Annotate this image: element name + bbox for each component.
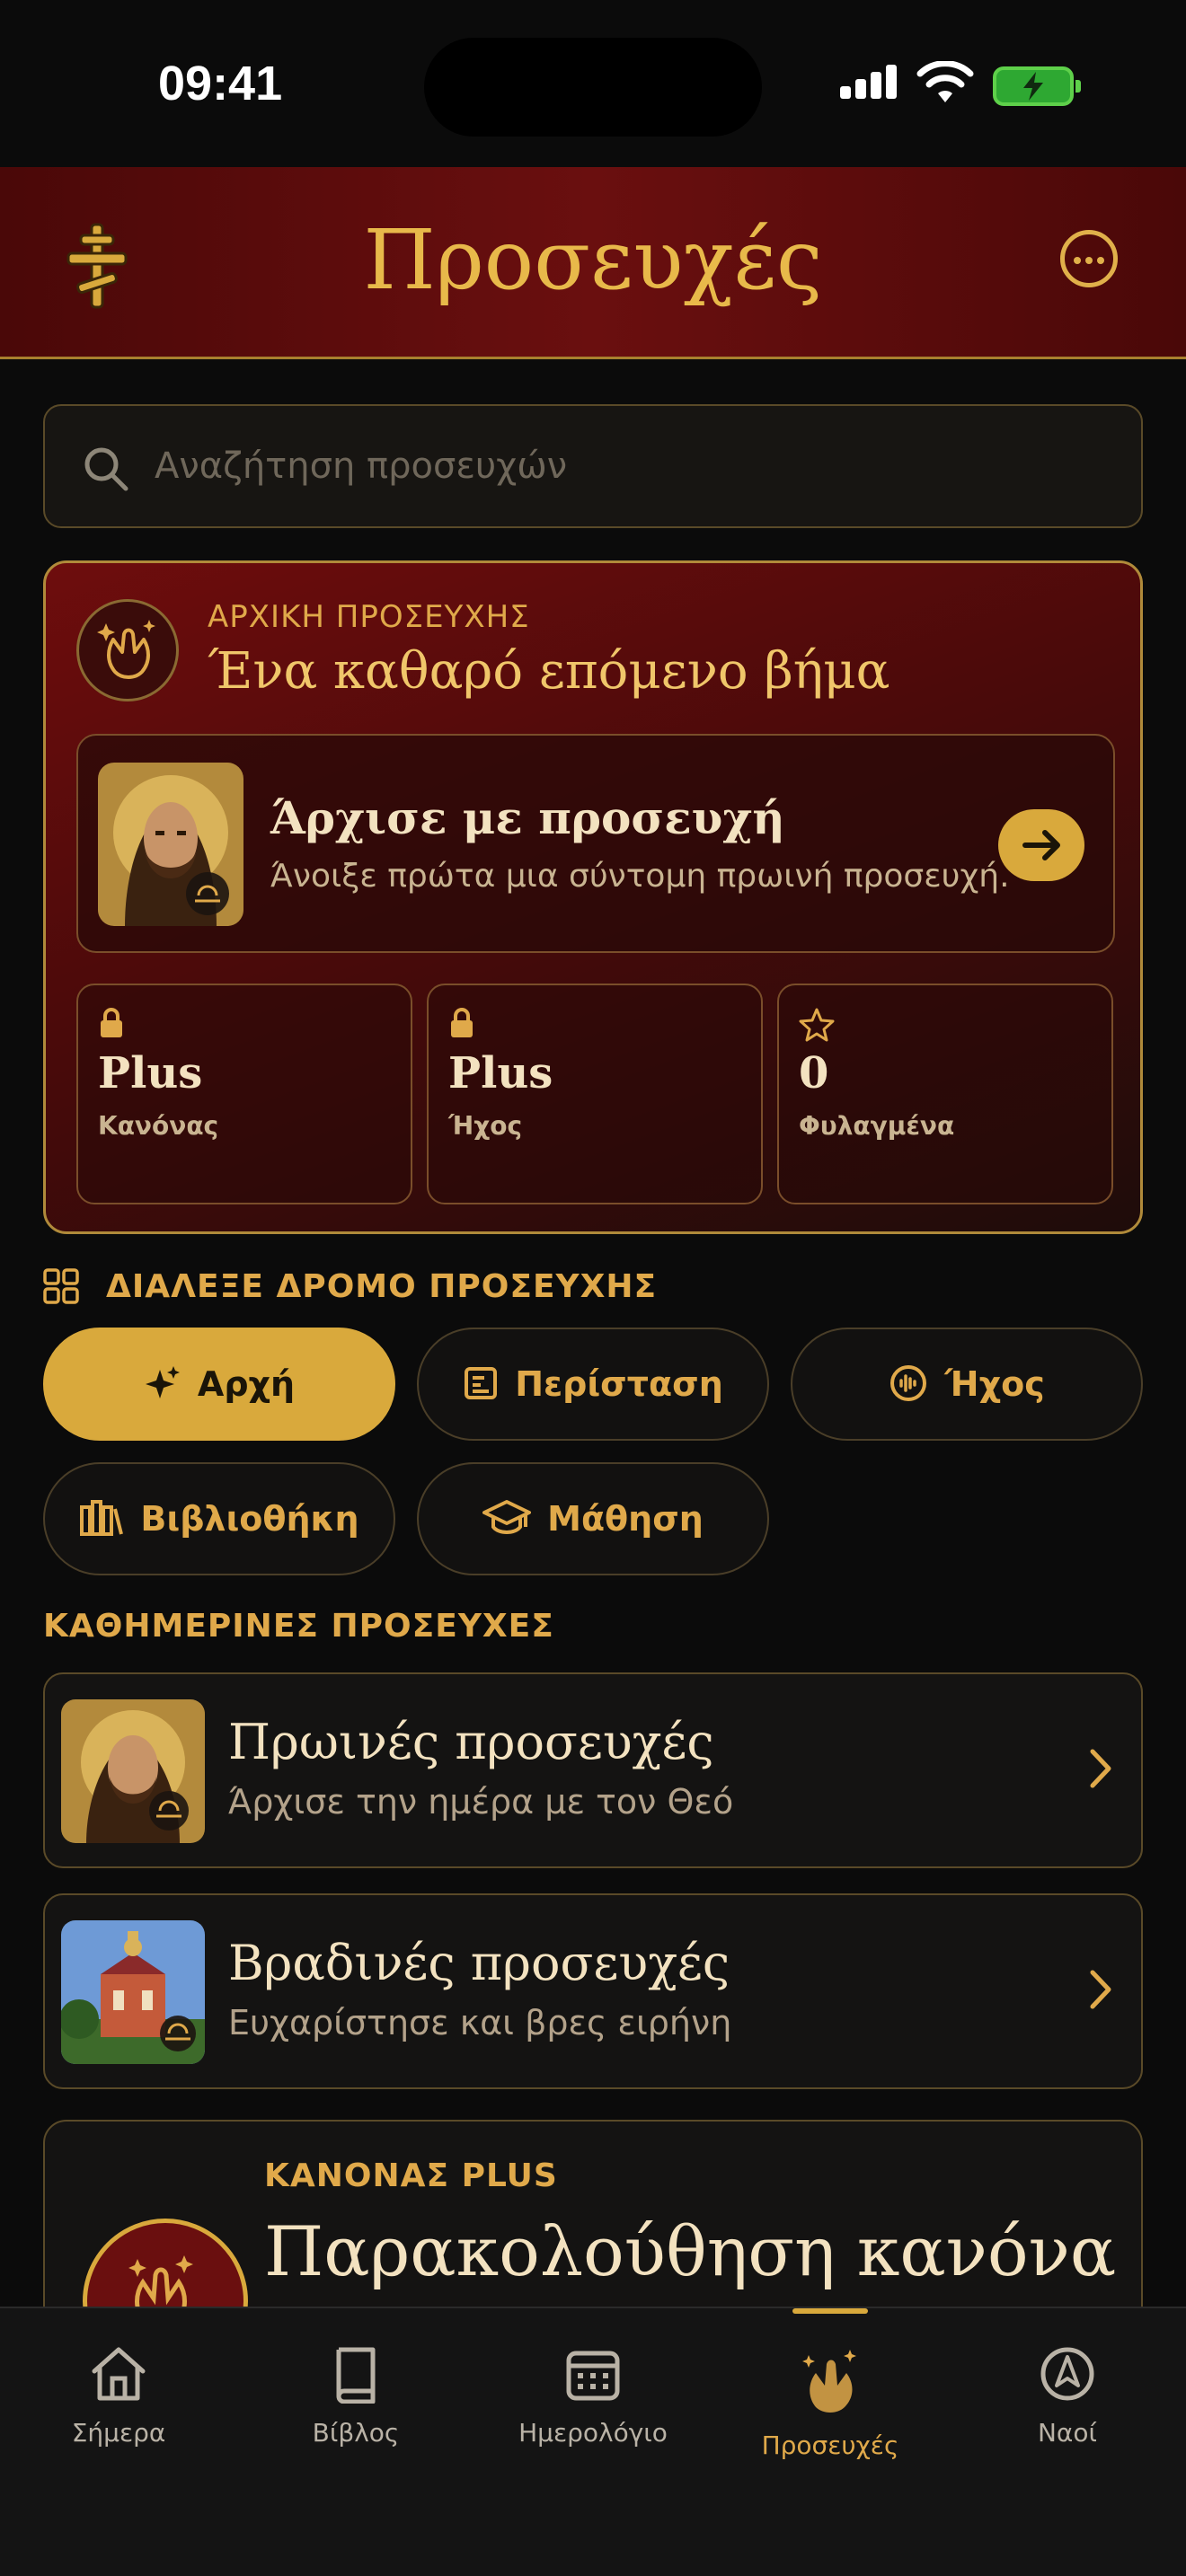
stat-value: Plus (448, 1048, 553, 1098)
lock-icon (451, 1008, 473, 1037)
chip-peristasi[interactable]: Περίσταση (417, 1328, 769, 1441)
tab-label: Σήμερα (71, 2418, 166, 2448)
app-header: Προσευχές (0, 167, 1186, 359)
chip-label: Βιβλιοθήκη (140, 1499, 359, 1539)
stat-value: Plus (98, 1048, 203, 1098)
star-icon (799, 1008, 835, 1042)
compass-icon (1040, 2347, 1094, 2401)
sparkle-icon (145, 1365, 180, 1398)
stat-label: Κανόνας (98, 1111, 219, 1141)
stat-echos[interactable]: Plus Ήχος (427, 984, 763, 1204)
hero-headline: Ένα καθαρό επόμενο βήμα (208, 642, 890, 701)
start-prayer-subtitle: Άνοιξε πρώτα μια σύντομη πρωινή προσευχή… (270, 858, 1010, 895)
chip-label: Μάθηση (547, 1499, 704, 1539)
item-title: Πρωινές προσευχές (228, 1714, 714, 1770)
tab-churches[interactable]: Ναοί (949, 2344, 1186, 2448)
tab-bar: Σήμερα Βίβλος Ημερολόγιο Προσευχές Ναοί (0, 2307, 1186, 2576)
paths-heading: ΔΙΑΛΕΞΕ ΔΡΟΜΟ ΠΡΟΣΕΥΧΗΣ (106, 1268, 658, 1305)
christ-icon-image (61, 1699, 205, 1843)
audio-icon (890, 1364, 927, 1401)
book-icon (336, 2347, 376, 2404)
library-icon (80, 1499, 124, 1536)
wifi-icon (916, 61, 974, 102)
tab-label: Ναοί (1037, 2418, 1097, 2448)
item-subtitle: Ευχαρίστησε και βρες ειρήνη (228, 2003, 732, 2042)
chip-ixos[interactable]: Ήχος (791, 1328, 1143, 1441)
arrow-right-button[interactable] (998, 809, 1084, 881)
item-subtitle: Άρχισε την ημέρα με τον Θεό (228, 1782, 734, 1822)
start-prayer-card[interactable]: Άρχισε με προσευχή Άνοιξε πρώτα μια σύντ… (76, 734, 1115, 953)
status-time: 09:41 (158, 57, 283, 110)
graduation-cap-icon (482, 1499, 532, 1534)
calendar-icon (566, 2351, 620, 2401)
battery-charging-icon (993, 66, 1081, 106)
evening-prayers-item[interactable]: Βραδινές προσευχές Ευχαρίστησε και βρες … (43, 1893, 1143, 2089)
christ-icon-image (98, 763, 243, 926)
search-placeholder: Αναζήτηση προσευχών (155, 446, 568, 487)
stat-kanon[interactable]: Plus Κανόνας (76, 984, 412, 1204)
arrow-right-icon (1022, 830, 1060, 860)
status-bar: 09:41 (0, 0, 1186, 167)
tab-label: Βίβλος (312, 2418, 400, 2448)
tab-today[interactable]: Σήμερα (0, 2344, 237, 2448)
kanon-kicker: ΚΑΝΟΝΑΣ PLUS (264, 2157, 558, 2194)
chip-arxi[interactable]: Αρχή (43, 1328, 395, 1441)
lock-icon (101, 1008, 122, 1037)
tab-label: Ημερολόγιο (518, 2418, 668, 2448)
tab-label: Προσευχές (761, 2430, 899, 2460)
search-input[interactable]: Αναζήτηση προσευχών (43, 404, 1143, 528)
tab-bible[interactable]: Βίβλος (237, 2344, 474, 2448)
chevron-right-icon (1090, 1749, 1111, 1788)
chip-vivliothiki[interactable]: Βιβλιοθήκη (43, 1462, 395, 1575)
tab-prayers[interactable]: Προσευχές (712, 2344, 949, 2460)
dynamic-island (424, 38, 762, 137)
tab-calendar[interactable]: Ημερολόγιο (474, 2344, 712, 2448)
search-icon (84, 447, 128, 491)
praying-hands-icon (802, 2350, 856, 2413)
item-title: Βραδινές προσευχές (228, 1935, 730, 1991)
stat-value: 0 (799, 1048, 829, 1098)
start-prayer-title: Άρχισε με προσευχή (270, 791, 785, 844)
church-image (61, 1920, 205, 2064)
note-icon (465, 1366, 498, 1399)
page-title: Προσευχές (363, 212, 823, 308)
chip-label: Ήχος (944, 1364, 1045, 1404)
active-tab-indicator (792, 2308, 868, 2314)
stat-saved[interactable]: 0 Φυλαγμένα (777, 984, 1113, 1204)
chip-mathisi[interactable]: Μάθηση (417, 1462, 769, 1575)
morning-prayers-item[interactable]: Πρωινές προσευχές Άρχισε την ημέρα με το… (43, 1672, 1143, 1868)
chip-label: Περίσταση (515, 1364, 723, 1404)
kanon-title: Παρακολούθηση κανόνα (264, 2211, 1117, 2291)
praying-hands-icon (76, 599, 179, 701)
home-icon (92, 2347, 146, 2401)
daily-heading: ΚΑΘΗΜΕΡΙΝΕΣ ΠΡΟΣΕΥΧΕΣ (43, 1608, 554, 1645)
stat-label: Φυλαγμένα (799, 1111, 955, 1141)
stat-label: Ήχος (448, 1111, 523, 1141)
cellular-signal-icon (840, 65, 901, 99)
hero-kicker: ΑΡΧΙΚΗ ΠΡΟΣΕΥΧΗΣ (208, 599, 530, 635)
more-options-icon[interactable] (1060, 230, 1118, 287)
chip-label: Αρχή (197, 1364, 296, 1404)
chevron-right-icon (1090, 1970, 1111, 2009)
grid-icon (43, 1268, 79, 1304)
prayer-start-card: ΑΡΧΙΚΗ ΠΡΟΣΕΥΧΗΣ Ένα καθαρό επόμενο βήμα… (43, 560, 1143, 1234)
